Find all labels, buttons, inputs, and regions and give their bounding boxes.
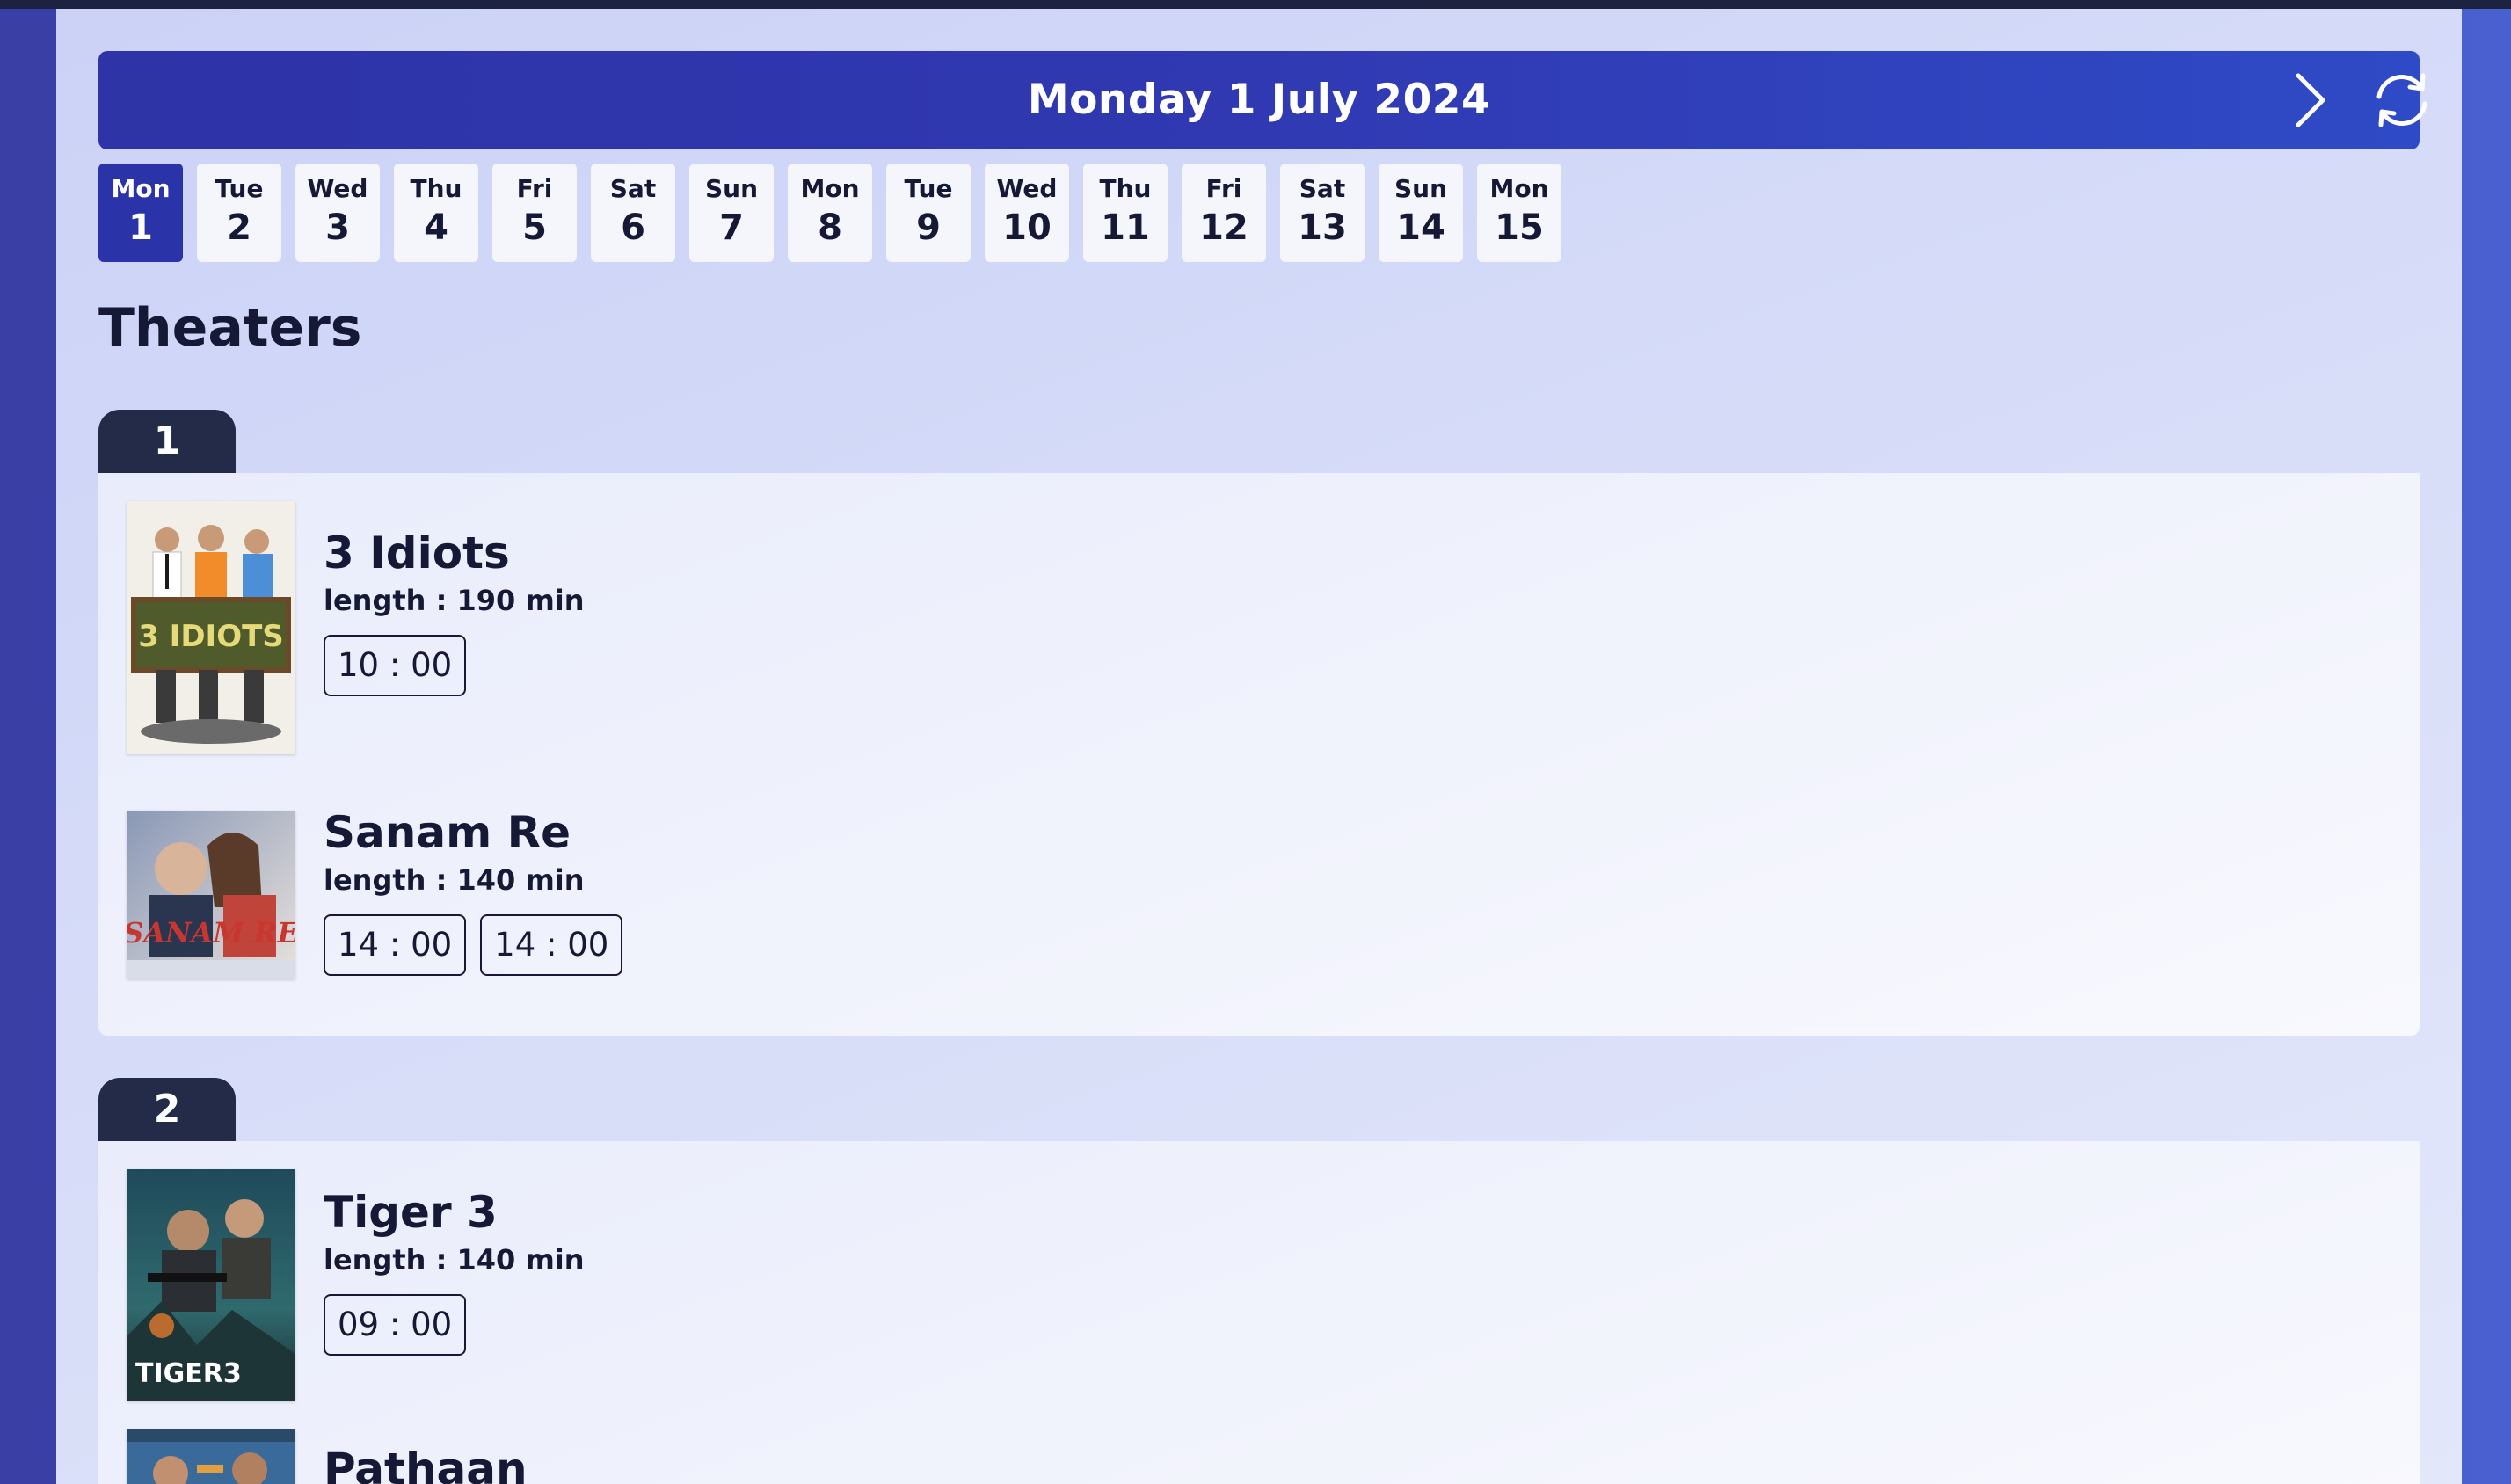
showtimes-panel: Monday 1 July 2024 Mon 1 Tue 2 Wed 3 Thu 4 F… bbox=[56, 9, 2462, 1484]
theater-tab: 1 bbox=[98, 410, 236, 473]
day-name: Sun bbox=[1394, 174, 1448, 203]
movie-info: Tiger 3 length : 140 min 09 : 00 bbox=[324, 1187, 1379, 1356]
day-name: Sun bbox=[704, 174, 759, 203]
current-date-title: Monday 1 July 2024 bbox=[1027, 76, 1491, 124]
day-tab[interactable]: Tue 9 bbox=[886, 164, 971, 262]
movie-item: Pathaan bbox=[127, 1429, 1357, 1484]
theater-section: 2 TIGER3 Tiger 3 length: 140 min 09: 0… bbox=[98, 1078, 2420, 1484]
day-tab[interactable]: Wed 10 bbox=[985, 164, 1069, 262]
day-number: 4 bbox=[424, 207, 448, 248]
movie-poster[interactable]: SANAM RE bbox=[127, 811, 295, 979]
day-number: 7 bbox=[719, 207, 744, 248]
movie-item: SANAM RE Sanam Re length : 140 min 14 : … bbox=[127, 807, 1357, 979]
movie-poster[interactable] bbox=[127, 1429, 295, 1484]
day-tab[interactable]: Sun 14 bbox=[1379, 164, 1463, 262]
theater-tab: 2 bbox=[98, 1078, 236, 1141]
day-name: Fri bbox=[516, 174, 553, 203]
showtime-button[interactable]: 09 : 00 bbox=[324, 1294, 467, 1356]
day-tab[interactable]: Mon 1 bbox=[98, 164, 183, 262]
showtimes: 10 : 00 bbox=[324, 635, 1379, 696]
theaters-heading: Theaters bbox=[98, 297, 362, 359]
length-value: 190 min bbox=[456, 584, 585, 617]
movie-poster[interactable]: TIGER3 bbox=[127, 1169, 295, 1401]
day-number: 6 bbox=[621, 207, 645, 248]
movie-info: 3 Idiots length : 190 min 10 : 00 bbox=[324, 527, 1379, 696]
day-selector: Mon 1 Tue 2 Wed 3 Thu 4 Fri 5 Sat 6 Sun 7 Mon 8 … bbox=[98, 164, 1576, 262]
day-name: Wed bbox=[307, 174, 368, 203]
showtimes: 14 : 00 14 : 00 bbox=[324, 914, 1379, 976]
day-name: Wed bbox=[996, 174, 1058, 203]
day-number: 1 bbox=[128, 207, 153, 248]
movie-item: 3 IDIOTS 3 Idiots length : 190 min 10 : … bbox=[127, 501, 1357, 754]
day-number: 3 bbox=[325, 207, 350, 248]
day-number: 10 bbox=[1002, 207, 1052, 248]
day-name: Sat bbox=[609, 174, 657, 203]
movie-item: TIGER3 Tiger 3 length : 140 min 09 : 00 bbox=[127, 1169, 1357, 1401]
svg-text:3 IDIOTS: 3 IDIOTS bbox=[138, 619, 284, 654]
movie-title: Pathaan bbox=[324, 1444, 528, 1484]
day-name: Mon bbox=[1489, 174, 1549, 203]
day-number: 11 bbox=[1101, 207, 1150, 248]
day-tab[interactable]: Mon 8 bbox=[788, 164, 872, 262]
movie-poster[interactable]: 3 IDIOTS bbox=[127, 501, 295, 754]
movie-title: Tiger 3 bbox=[324, 1187, 498, 1238]
top-bar bbox=[0, 0, 2511, 9]
day-number: 15 bbox=[1495, 207, 1544, 248]
showtimes: 09 : 00 bbox=[324, 1294, 1379, 1356]
theater-card: TIGER3 Tiger 3 length : 140 min 09 : 00 bbox=[98, 1141, 2420, 1484]
day-tab[interactable]: Mon 15 bbox=[1477, 164, 1561, 262]
day-name: Tue bbox=[904, 174, 953, 203]
day-name: Thu bbox=[1099, 174, 1152, 203]
day-number: 12 bbox=[1199, 207, 1248, 248]
length-value: 140 min bbox=[456, 863, 585, 897]
day-name: Mon bbox=[111, 174, 171, 203]
movie-info: Sanam Re length : 140 min 14 : 00 14 : 0… bbox=[324, 807, 1379, 976]
length-label: length : bbox=[324, 863, 457, 897]
theater-card: 3 IDIOTS 3 Idiots length : 190 min 10 : … bbox=[98, 473, 2420, 1036]
day-name: Fri bbox=[1205, 174, 1242, 203]
day-tab[interactable]: Tue 2 bbox=[197, 164, 281, 262]
day-name: Sat bbox=[1299, 174, 1346, 203]
day-name: Thu bbox=[410, 174, 462, 203]
movie-title: 3 Idiots bbox=[324, 527, 510, 578]
movie-info: Pathaan bbox=[324, 1444, 1379, 1484]
day-tab[interactable]: Thu 4 bbox=[394, 164, 478, 262]
movie-title: Sanam Re bbox=[324, 807, 571, 858]
refresh-icon bbox=[2376, 73, 2427, 127]
svg-text:TIGER3: TIGER3 bbox=[135, 1358, 242, 1389]
movie-length: length : 190 min bbox=[324, 584, 1379, 617]
day-tab[interactable]: Sat 6 bbox=[591, 164, 675, 262]
refresh-button[interactable] bbox=[2372, 70, 2432, 130]
showtime-button[interactable]: 10 : 00 bbox=[324, 635, 467, 696]
day-number: 9 bbox=[916, 207, 941, 248]
day-number: 8 bbox=[818, 207, 842, 248]
movie-length: length : 140 min bbox=[324, 1243, 1379, 1277]
movie-length: length : 140 min bbox=[324, 863, 1379, 897]
showtime-button[interactable]: 14 : 00 bbox=[324, 914, 467, 976]
chevron-right-icon bbox=[2296, 73, 2325, 127]
day-name: Tue bbox=[215, 174, 264, 203]
day-number: 5 bbox=[522, 207, 547, 248]
day-tab[interactable]: Thu 11 bbox=[1083, 164, 1168, 262]
svg-text:SANAM RE: SANAM RE bbox=[127, 916, 295, 949]
day-tab[interactable]: Wed 3 bbox=[295, 164, 380, 262]
day-name: Mon bbox=[800, 174, 860, 203]
next-day-button[interactable] bbox=[2281, 70, 2340, 130]
theater-section: 1 3 IDIOTS 3 Idiots length: 190 min 10 … bbox=[98, 410, 2420, 1036]
day-number: 2 bbox=[227, 207, 251, 248]
day-tab[interactable]: Fri 5 bbox=[492, 164, 577, 262]
day-tab[interactable]: Sun 7 bbox=[689, 164, 774, 262]
day-tab[interactable]: Sat 13 bbox=[1280, 164, 1365, 262]
day-number: 13 bbox=[1298, 207, 1347, 248]
showtime-button[interactable]: 14 : 00 bbox=[480, 914, 623, 976]
date-header: Monday 1 July 2024 bbox=[98, 51, 2427, 149]
length-label: length : bbox=[324, 1243, 457, 1277]
length-label: length : bbox=[324, 584, 457, 617]
length-value: 140 min bbox=[456, 1243, 585, 1277]
day-number: 14 bbox=[1396, 207, 1445, 248]
day-tab[interactable]: Fri 12 bbox=[1182, 164, 1266, 262]
